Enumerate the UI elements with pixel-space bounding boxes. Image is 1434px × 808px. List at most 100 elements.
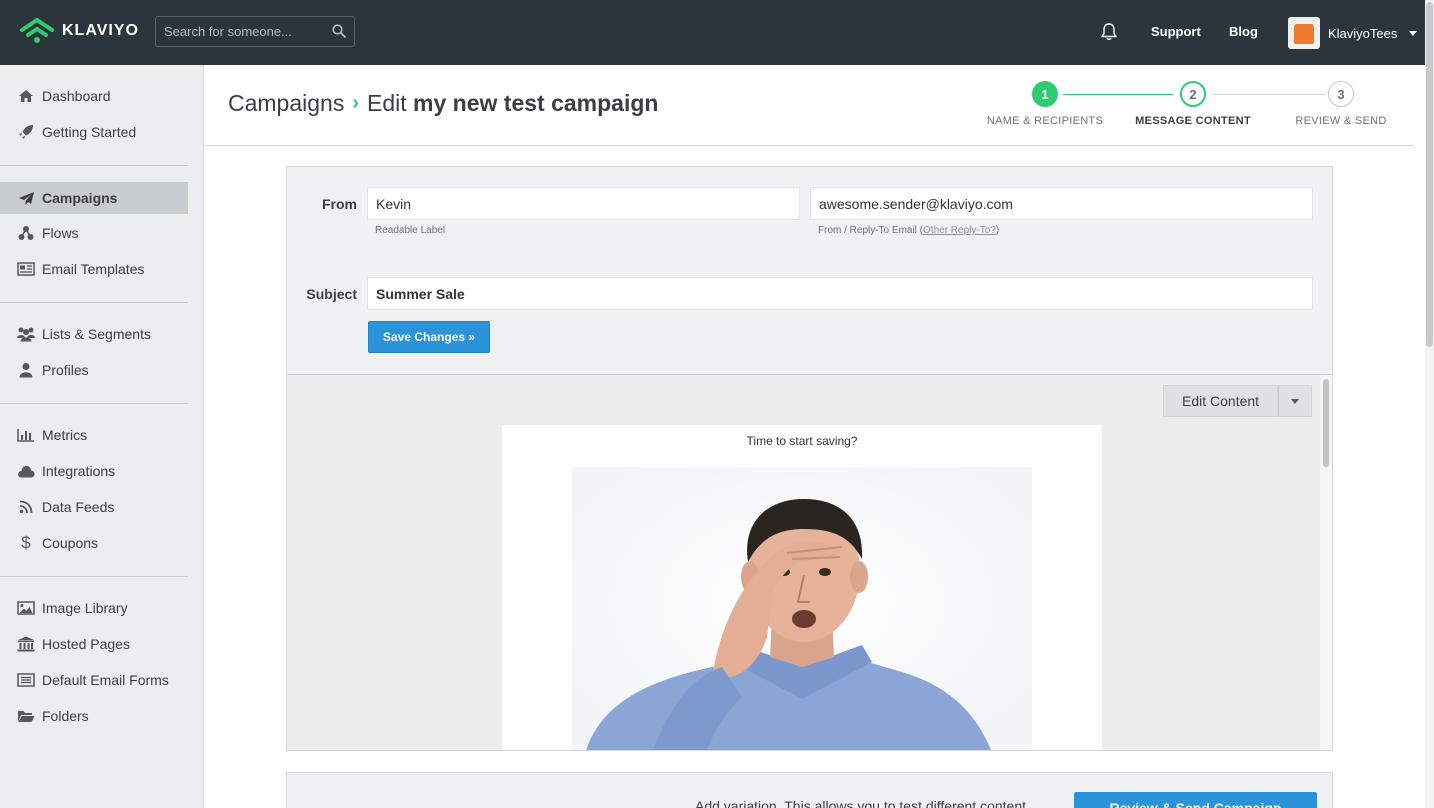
from-label: From (322, 196, 357, 212)
sidebar-item-label: Flows (42, 225, 79, 241)
email-preview-area: Edit Content Time to start saving? (287, 375, 1320, 750)
edit-content-button[interactable]: Edit Content (1163, 385, 1279, 417)
sidebar-item-default-email-forms[interactable]: Default Email Forms (0, 664, 188, 696)
sidebar-item-getting-started[interactable]: Getting Started (0, 116, 188, 148)
chevron-down-icon (1409, 30, 1418, 36)
message-content-card: From Readable Label From / Reply-To Emai… (286, 166, 1333, 751)
from-email-help-suffix: ) (995, 225, 1000, 236)
subject-field (367, 277, 1313, 310)
avatar (1288, 17, 1320, 49)
sidebar-divider (0, 403, 188, 404)
sidebar-item-label: Default Email Forms (42, 672, 169, 688)
wifi-logo-icon (20, 18, 54, 43)
sidebar-item-hosted-pages[interactable]: Hosted Pages (0, 628, 188, 660)
from-name-input[interactable] (368, 188, 799, 219)
page-scrollbar[interactable] (1425, 0, 1434, 808)
campaign-name: my new test campaign (413, 90, 659, 116)
blog-link[interactable]: Blog (1229, 24, 1258, 39)
step-label: REVIEW & SEND (1295, 115, 1387, 127)
preview-scrollbar[interactable] (1320, 375, 1332, 750)
sidebar-item-label: Getting Started (42, 124, 137, 140)
sidebar-item-lists-segments[interactable]: Lists & Segments (0, 318, 188, 350)
page-title: Edit my new test campaign (367, 90, 658, 117)
account-menu[interactable]: KlaviyoTees (1288, 17, 1418, 49)
save-changes-button[interactable]: Save Changes » (368, 321, 491, 353)
rocket-icon (16, 124, 36, 140)
sidebar-item-label: Email Templates (42, 261, 145, 277)
page-scrollbar-thumb[interactable] (1426, 2, 1433, 347)
search-box (155, 16, 355, 47)
search-icon[interactable] (332, 24, 346, 38)
user-icon (16, 362, 36, 378)
folder-icon (16, 708, 36, 724)
sidebar-item-label: Data Feeds (42, 499, 115, 515)
edit-content-dropdown-toggle[interactable] (1278, 385, 1313, 417)
logo-wordmark: KLAVIYO (62, 22, 139, 39)
sidebar-divider (0, 302, 188, 303)
account-name: KlaviyoTees (1328, 25, 1398, 41)
sidebar: Dashboard Getting Started Campaigns Flow… (0, 65, 204, 808)
review-send-button[interactable]: Review & Send Campaign (1074, 792, 1317, 808)
step-label: NAME & RECIPIENTS (986, 115, 1104, 127)
sidebar-item-label: Coupons (42, 535, 99, 551)
sidebar-item-label: Folders (42, 708, 89, 724)
sidebar-item-metrics[interactable]: Metrics (0, 419, 188, 451)
sidebar-item-image-library[interactable]: Image Library (0, 592, 188, 624)
step-number: 1 (1032, 81, 1058, 107)
image-icon (16, 600, 36, 616)
subject-label: Subject (306, 286, 357, 302)
other-reply-to-link[interactable]: Other Reply-To? (923, 225, 996, 236)
sidebar-item-label: Lists & Segments (42, 326, 151, 342)
sidebar-item-integrations[interactable]: Integrations (0, 455, 188, 487)
sidebar-item-coupons[interactable]: $ Coupons (0, 527, 188, 559)
template-icon (16, 261, 36, 277)
rss-icon (16, 499, 36, 515)
sidebar-item-profiles[interactable]: Profiles (0, 354, 188, 386)
sidebar-item-folders[interactable]: Folders (0, 700, 188, 732)
from-email-input[interactable] (811, 188, 1312, 219)
email-preview: Time to start saving? (502, 425, 1102, 750)
variation-card: Add variation. This allows you to test d… (286, 772, 1333, 808)
form-icon (16, 672, 36, 688)
support-link[interactable]: Support (1151, 24, 1201, 39)
add-variation-text[interactable]: Add variation. This allows you to test d… (695, 798, 1026, 808)
sidebar-item-data-feeds[interactable]: Data Feeds (0, 491, 188, 523)
step-review-send[interactable]: 3 REVIEW & SEND (1261, 81, 1421, 127)
breadcrumb: Campaigns › Edit my new test campaign (228, 90, 658, 117)
from-name-field (367, 187, 800, 220)
step-number: 3 (1328, 81, 1354, 107)
home-icon (16, 88, 36, 104)
sidebar-item-campaigns[interactable]: Campaigns (0, 182, 188, 214)
klaviyo-logo[interactable]: KLAVIYO (20, 18, 139, 44)
top-navigation-bar: KLAVIYO Support Blog KlaviyoTees (0, 0, 1425, 65)
sidebar-item-label: Campaigns (42, 190, 118, 206)
breadcrumb-campaigns-link[interactable]: Campaigns (228, 90, 344, 117)
bank-icon (16, 636, 36, 652)
step-name-recipients[interactable]: 1 NAME & RECIPIENTS (965, 81, 1125, 127)
bar-chart-icon (16, 427, 36, 443)
sidebar-divider (0, 576, 188, 577)
from-email-help-text: From / Reply-To Email ( (818, 225, 924, 236)
users-icon (16, 326, 36, 342)
sidebar-item-dashboard[interactable]: Dashboard (0, 80, 188, 112)
sidebar-item-label: Hosted Pages (42, 636, 130, 652)
subject-input[interactable] (368, 278, 1312, 309)
edit-content-split-button: Edit Content (1163, 385, 1313, 417)
flows-icon (16, 225, 36, 241)
cloud-icon (16, 463, 36, 479)
sidebar-item-label: Profiles (42, 362, 89, 378)
sidebar-item-label: Image Library (42, 600, 128, 616)
breadcrumb-separator: › (352, 92, 360, 114)
sidebar-item-flows[interactable]: Flows (0, 217, 188, 249)
sidebar-item-email-templates[interactable]: Email Templates (0, 253, 188, 285)
email-hero-image (572, 467, 1032, 750)
from-name-help: Readable Label (375, 225, 446, 236)
email-preheader-text: Time to start saving? (746, 434, 858, 448)
header-divider (204, 145, 1414, 146)
notification-bell-icon[interactable] (1100, 22, 1118, 41)
search-input[interactable] (156, 17, 354, 46)
step-message-content[interactable]: 2 MESSAGE CONTENT (1113, 81, 1273, 127)
sidebar-item-label: Integrations (42, 463, 116, 479)
step-label: MESSAGE CONTENT (1135, 115, 1251, 127)
preview-scrollbar-thumb[interactable] (1323, 379, 1329, 467)
